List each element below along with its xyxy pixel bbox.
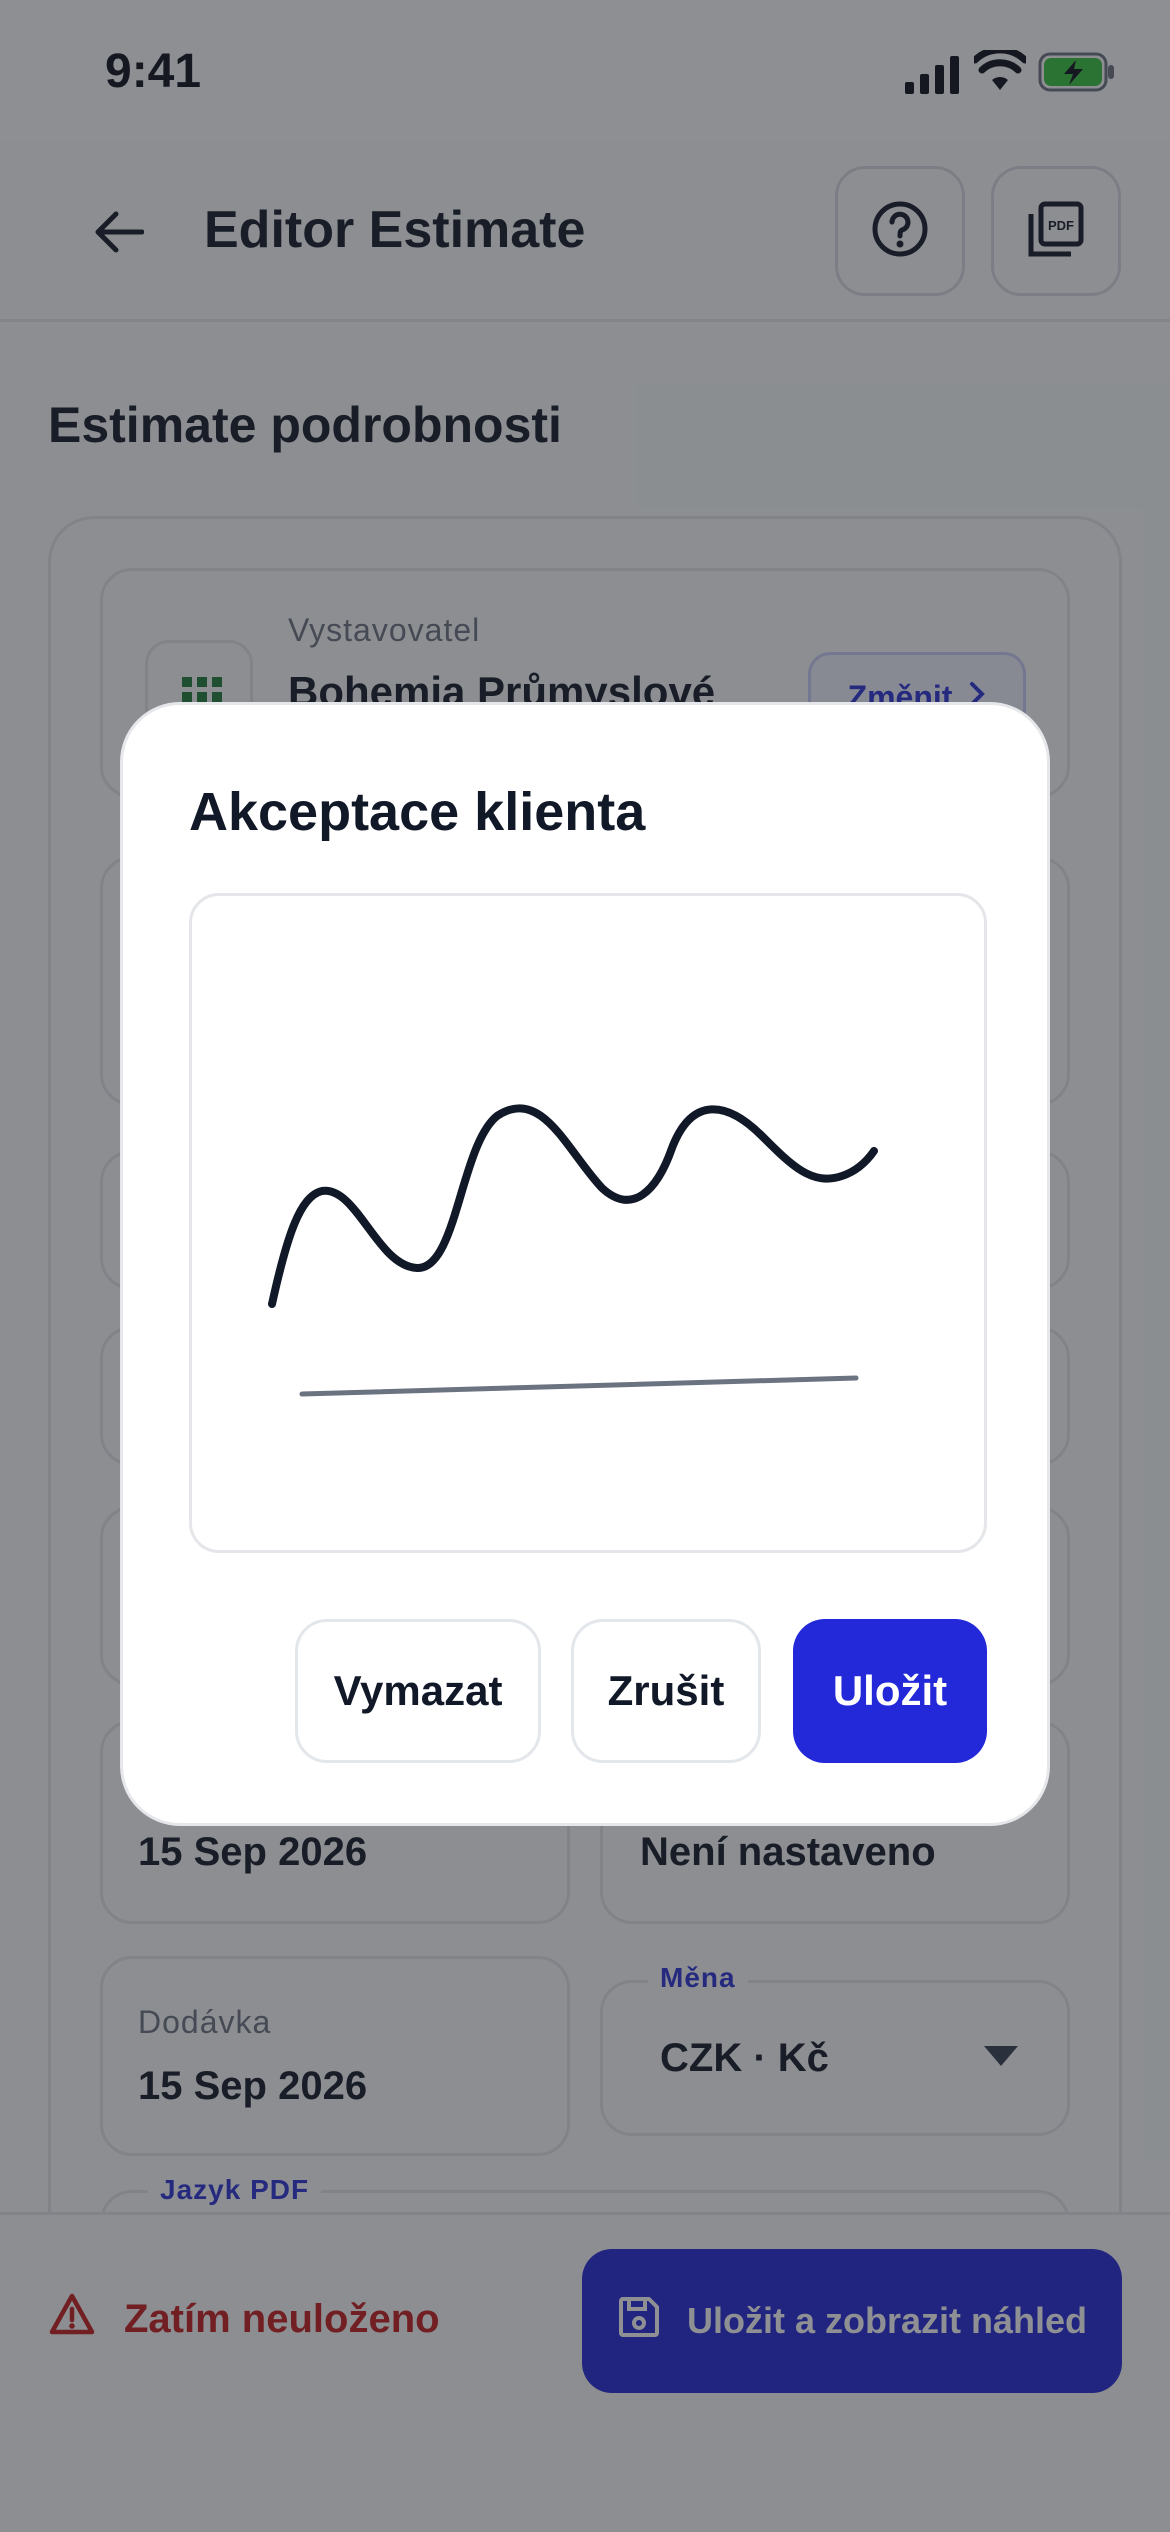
signature-dialog: Akceptace klienta Vymazat Zrušit Uložit [120,702,1050,1826]
clear-button[interactable]: Vymazat [295,1619,541,1763]
dialog-title: Akceptace klienta [189,782,646,842]
signature-baseline [299,1375,859,1397]
save-button[interactable]: Uložit [793,1619,987,1763]
clear-label: Vymazat [333,1667,503,1714]
signature-pad[interactable] [189,893,987,1553]
cancel-label: Zrušit [607,1667,725,1714]
cancel-button[interactable]: Zrušit [571,1619,761,1763]
signature-stroke [268,1104,878,1308]
save-label: Uložit [832,1667,948,1714]
